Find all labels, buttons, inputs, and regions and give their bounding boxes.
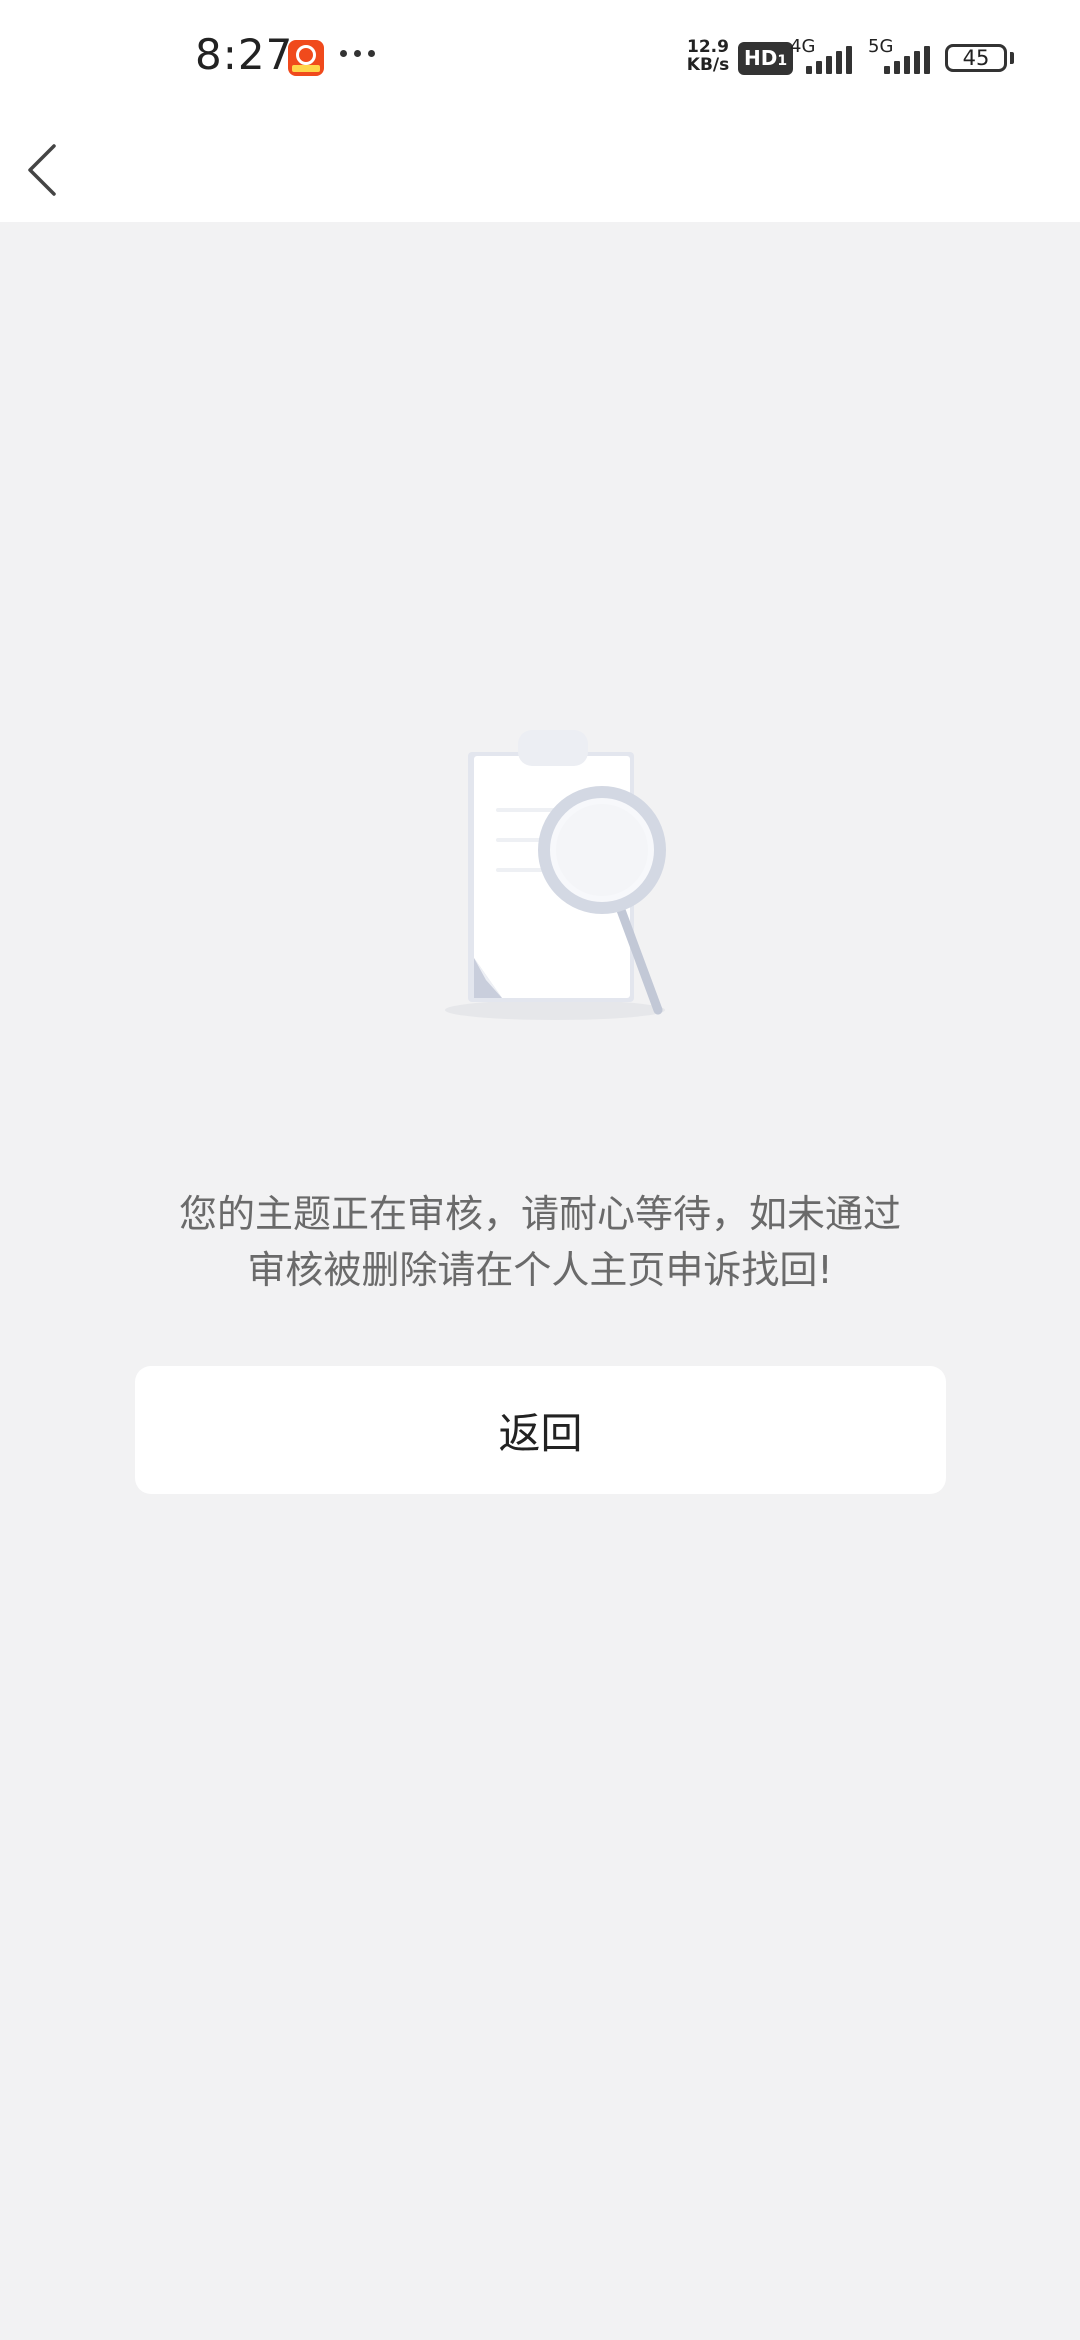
message-line-1: 您的主题正在审核，请耐心等待，如未通过 — [178, 1192, 901, 1236]
status-bar: 8:27 12.9 KB/s HD1 4G 5G 45 — [0, 0, 1080, 118]
hd-badge-sub: 1 — [777, 53, 788, 69]
return-button[interactable]: 返回 — [135, 1366, 946, 1494]
signal-5g-icon — [884, 44, 930, 74]
review-pending-message: 您的主题正在审核，请耐心等待，如未通过 审核被删除请在个人主页申诉找回! — [120, 1186, 960, 1298]
top-nav-bar — [0, 118, 1080, 222]
network-speed-unit: KB/s — [686, 55, 730, 75]
battery-level: 45 — [962, 46, 990, 70]
status-time: 8:27 — [195, 30, 294, 79]
message-line-2: 审核被删除请在个人主页申诉找回! — [247, 1248, 833, 1292]
signal-4g-icon — [806, 44, 852, 74]
network-speed-value: 12.9 — [687, 37, 729, 57]
battery-icon: 45 — [945, 44, 1007, 72]
document-search-icon — [430, 710, 690, 1030]
battery-tip — [1010, 52, 1014, 64]
more-dots-icon — [340, 50, 375, 57]
hd-voice-badge: HD1 — [738, 42, 794, 75]
chevron-left-icon — [28, 144, 56, 196]
hd-badge-label: HD — [744, 46, 778, 70]
back-button[interactable] — [16, 126, 96, 214]
app-notification-icon — [288, 40, 324, 76]
network-speed: 12.9 KB/s — [680, 38, 736, 74]
